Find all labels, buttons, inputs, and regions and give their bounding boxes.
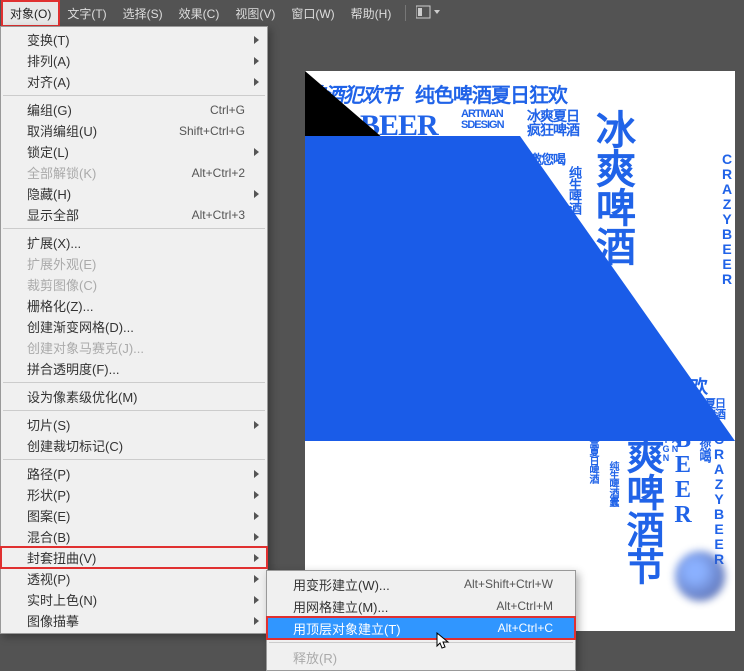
menu-select[interactable]: 选择(S)	[115, 1, 171, 26]
menu-lock[interactable]: 锁定(L)	[1, 141, 267, 162]
menu-effect[interactable]: 效果(C)	[171, 1, 228, 26]
menu-type[interactable]: 文字(T)	[59, 1, 114, 26]
menu-group[interactable]: 编组(G)Ctrl+G	[1, 99, 267, 120]
menu-expand[interactable]: 扩展(X)...	[1, 232, 267, 253]
menu-expand-appearance: 扩展外观(E)	[1, 253, 267, 274]
sep	[269, 642, 573, 643]
sep	[3, 228, 265, 229]
submenu-release: 释放(R)	[267, 646, 575, 668]
submenu-make-top-object[interactable]: 用顶层对象建立(T)Alt+Ctrl+C	[267, 617, 575, 639]
cursor-icon	[436, 632, 450, 650]
layout-dropdown[interactable]	[412, 3, 444, 24]
menu-blend[interactable]: 混合(B)	[1, 526, 267, 547]
submenu-make-mesh[interactable]: 用网格建立(M)...Alt+Ctrl+M	[267, 595, 575, 617]
submenu-make-warp[interactable]: 用变形建立(W)...Alt+Shift+Ctrl+W	[267, 573, 575, 595]
menu-path[interactable]: 路径(P)	[1, 463, 267, 484]
menu-align[interactable]: 对齐(A)	[1, 71, 267, 92]
menu-trim-marks[interactable]: 创建裁切标记(C)	[1, 435, 267, 456]
layout-icon	[416, 5, 440, 19]
menu-object[interactable]: 对象(O)	[2, 1, 59, 26]
text-pure-v2: 纯生啤酒蠹	[605, 461, 620, 506]
menu-unlock-all: 全部解锁(K)Alt+Ctrl+2	[1, 162, 267, 183]
menu-transform[interactable]: 变换(T)	[1, 29, 267, 50]
sep	[3, 382, 265, 383]
menubar-separator	[405, 5, 406, 21]
menu-ungroup[interactable]: 取消编组(U)Shift+Ctrl+G	[1, 120, 267, 141]
menu-slice[interactable]: 切片(S)	[1, 414, 267, 435]
sep	[3, 459, 265, 460]
menu-live-paint[interactable]: 实时上色(N)	[1, 589, 267, 610]
envelope-submenu: 用变形建立(W)...Alt+Shift+Ctrl+W 用网格建立(M)...A…	[266, 570, 576, 671]
menu-pixel-perfect[interactable]: 设为像素级优化(M)	[1, 386, 267, 407]
gradient-orb	[675, 551, 725, 601]
menu-envelope-distort[interactable]: 封套扭曲(V)	[1, 547, 267, 568]
menu-crop-image: 裁剪图像(C)	[1, 274, 267, 295]
menu-pattern[interactable]: 图案(E)	[1, 505, 267, 526]
object-menu: 变换(T) 排列(A) 对齐(A) 编组(G)Ctrl+G 取消编组(U)Shi…	[0, 26, 268, 634]
text-subtitle: 纯色啤酒夏日狂欢	[415, 79, 567, 108]
menu-shape[interactable]: 形状(P)	[1, 484, 267, 505]
blue-swoosh	[305, 136, 735, 441]
menu-mosaic: 创建对象马赛克(J)...	[1, 337, 267, 358]
menu-show-all[interactable]: 显示全部Alt+Ctrl+3	[1, 204, 267, 225]
artboard[interactable]: 啤酒犯欢节 纯色啤酒夏日狂欢 BEER ARTMANSDESIGN 冰爽夏日疯狂…	[305, 71, 735, 631]
menu-view[interactable]: 视图(V)	[227, 1, 283, 26]
menu-perspective[interactable]: 透视(P)	[1, 568, 267, 589]
text-artman: ARTMANSDESIGN	[461, 109, 504, 131]
menu-arrange[interactable]: 排列(A)	[1, 50, 267, 71]
menu-image-trace[interactable]: 图像描摹	[1, 610, 267, 631]
menu-hide[interactable]: 隐藏(H)	[1, 183, 267, 204]
menu-gradient-mesh[interactable]: 创建渐变网格(D)...	[1, 316, 267, 337]
text-bingshuang-v: 冰爽啤酒	[593, 109, 631, 265]
text-crazybeer-v: CRAZYBEER	[719, 151, 735, 286]
menu-help[interactable]: 帮助(H)	[343, 1, 400, 26]
menu-flatten-transparency[interactable]: 拼合透明度(F)...	[1, 358, 267, 379]
text-ice: 冰爽夏日疯狂啤酒	[527, 109, 579, 137]
sep	[3, 95, 265, 96]
menu-window[interactable]: 窗口(W)	[283, 1, 342, 26]
menubar: 对象(O) 文字(T) 选择(S) 效果(C) 视图(V) 窗口(W) 帮助(H…	[0, 0, 744, 26]
sep	[3, 410, 265, 411]
menu-rasterize[interactable]: 栅格化(Z)...	[1, 295, 267, 316]
text-crazybeer-v2: CRAZYBEER	[711, 431, 727, 566]
